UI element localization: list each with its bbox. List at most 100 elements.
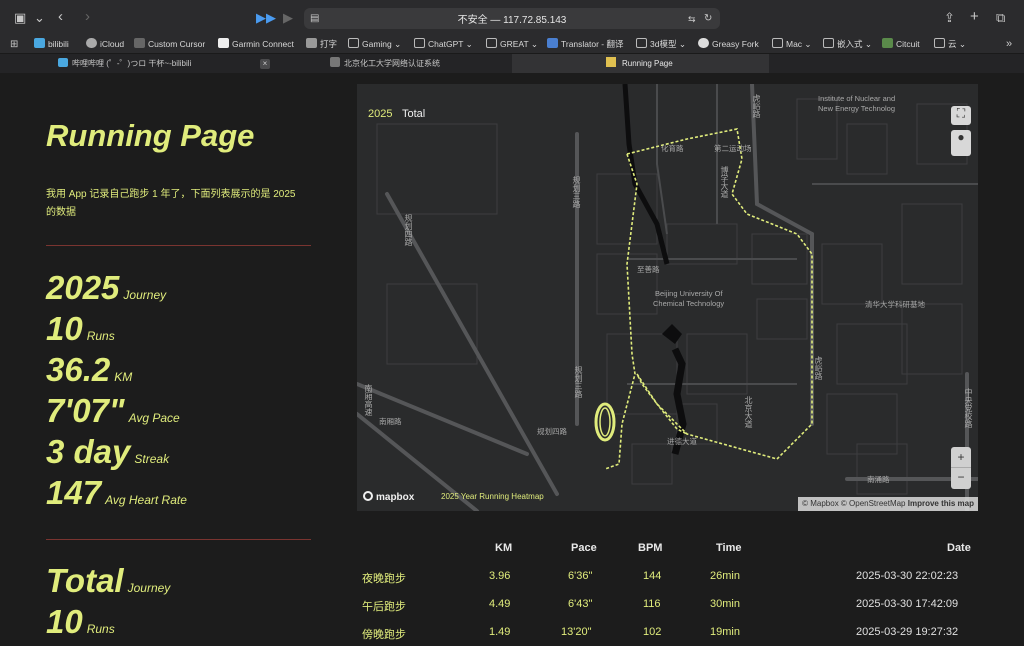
run-pace: 6'43" xyxy=(568,598,593,610)
header-pace[interactable]: Pace xyxy=(571,542,597,554)
map-label: 清华大学科研基地 xyxy=(865,300,925,309)
page-icon xyxy=(330,57,340,67)
bookmark-folder-cloud[interactable]: 云 ⌄ xyxy=(934,38,966,51)
share-icon[interactable]: ⇪ xyxy=(944,10,955,26)
map-attribution: © Mapbox © OpenStreetMap Improve this ma… xyxy=(798,497,978,511)
stat-total[interactable]: Total Journey xyxy=(46,562,170,600)
header-km[interactable]: KM xyxy=(495,542,512,554)
reload-icon[interactable]: ↻ xyxy=(704,11,712,27)
map-label: 南涌路 xyxy=(867,475,890,484)
folder-icon xyxy=(772,38,783,48)
stat-heart-rate: 147 Avg Heart Rate xyxy=(46,474,187,511)
translate-icon[interactable]: ⇆ xyxy=(688,11,696,27)
bookmark-garmin[interactable]: Garmin Connect xyxy=(218,38,294,51)
url-text: 不安全 — 117.72.85.143 xyxy=(457,15,567,26)
tab-buct-network[interactable]: 北京化工大学网络认证系统 xyxy=(274,54,512,74)
header-date[interactable]: Date xyxy=(947,542,971,554)
play-icon[interactable]: ▶ xyxy=(283,10,293,26)
garmin-icon xyxy=(218,38,229,48)
bookmark-typing[interactable]: 打字 xyxy=(306,38,337,51)
run-pace: 13'20" xyxy=(561,626,592,638)
map-label: 南厢高速 xyxy=(364,384,373,416)
bookmark-folder-great[interactable]: GREAT ⌄ xyxy=(486,38,538,51)
map-year-label[interactable]: 2025 xyxy=(368,108,392,120)
bookmark-greasy-fork[interactable]: Greasy Fork xyxy=(698,38,759,51)
sidebar-toggle-icon[interactable]: ▣ xyxy=(14,10,26,26)
map-label: Chemical Technology xyxy=(653,299,725,308)
mapbox-icon xyxy=(363,491,373,501)
cursor-icon xyxy=(134,38,145,48)
bookmark-bilibili[interactable]: bilibili xyxy=(34,38,69,51)
more-bookmarks-icon[interactable]: » xyxy=(1006,36,1012,52)
greasy-fork-icon xyxy=(698,38,709,48)
stat-total-runs: 10 Runs xyxy=(46,603,115,640)
map-filter-label[interactable]: Total xyxy=(402,108,425,120)
run-bpm: 116 xyxy=(643,598,661,610)
close-tab-icon[interactable]: × xyxy=(260,59,270,69)
bookmark-folder-mac[interactable]: Mac ⌄ xyxy=(772,38,812,51)
map-label: 南厢路 xyxy=(379,417,402,426)
back-icon[interactable]: ‹ xyxy=(58,9,63,25)
running-heatmap-map[interactable]: 2025 Total Institute of Nuclear and New … xyxy=(357,84,978,511)
bilibili-icon xyxy=(58,58,68,67)
forward-icon[interactable]: › xyxy=(85,9,90,25)
bookmark-folder-gaming[interactable]: Gaming ⌄ xyxy=(348,38,401,51)
media-play-icon[interactable]: ▶▶ xyxy=(256,10,276,26)
map-label: 第二运动场 xyxy=(714,144,752,153)
page-description: 我用 App 记录自己跑步 1 年了，下面列表展示的是 2025 的数据 xyxy=(46,189,296,218)
bookmark-folder-embedded[interactable]: 嵌入式 ⌄ xyxy=(823,38,872,51)
map-label: 博学大道 xyxy=(720,166,729,198)
bookmark-translator[interactable]: Translator - 翻译 xyxy=(547,38,624,51)
run-date: 2025-03-30 22:02:23 xyxy=(856,570,959,582)
map-label: 至善路 xyxy=(637,265,660,274)
tab-overview-icon[interactable]: ⧉ xyxy=(996,10,1005,26)
lightbulb-icon[interactable]: ● xyxy=(951,130,971,156)
map-label: 规划四路 xyxy=(404,214,413,246)
run-name: 午后跑步 xyxy=(362,601,406,613)
bookmark-icloud[interactable]: iCloud xyxy=(86,38,124,51)
grid-icon[interactable]: ⊞ xyxy=(10,37,18,53)
zoom-in-button[interactable]: + xyxy=(951,447,971,468)
header-time[interactable]: Time xyxy=(716,542,741,554)
improve-map-link[interactable]: Improve this map xyxy=(908,499,974,508)
stat-distance: 36.2 KM xyxy=(46,351,133,388)
folder-icon xyxy=(486,38,497,48)
page-title: Running Page xyxy=(46,118,255,153)
run-date: 2025-03-29 19:27:32 xyxy=(856,626,959,638)
folder-icon xyxy=(636,38,647,48)
run-time: 30min xyxy=(710,598,740,610)
run-pace: 6'36" xyxy=(568,570,593,582)
zoom-out-button[interactable]: − xyxy=(951,468,971,488)
run-km: 1.49 xyxy=(489,626,511,638)
run-km: 3.96 xyxy=(489,570,511,582)
chevron-down-icon[interactable]: ⌄ xyxy=(34,10,45,26)
running-page-icon xyxy=(606,57,616,67)
address-bar[interactable]: ▤ 不安全 — 117.72.85.143 ⇆ ↻ xyxy=(304,8,720,29)
map-label: 规划三路 xyxy=(574,366,583,398)
zoom-controls: + − xyxy=(951,447,971,489)
new-tab-icon[interactable]: + xyxy=(970,9,979,25)
bookmark-custom-cursor[interactable]: Custom Cursor xyxy=(134,38,205,51)
bilibili-icon xyxy=(34,38,45,48)
run-time: 19min xyxy=(710,626,740,638)
tab-bar: 哔哩哔哩 (゜-゜)つロ 干杯~-bilibili × 北京化工大学网络认证系统… xyxy=(0,53,1024,74)
map-label: 规划三路 xyxy=(572,176,581,208)
map-label: Institute of Nuclear and xyxy=(818,94,896,103)
run-bpm: 102 xyxy=(643,626,662,638)
header-bpm[interactable]: BPM xyxy=(638,542,662,554)
bookmark-citcuit[interactable]: Citcuit xyxy=(882,38,920,51)
run-time: 26min xyxy=(710,570,740,582)
fullscreen-icon[interactable]: ⛶ xyxy=(951,106,971,125)
typing-icon xyxy=(306,38,317,48)
tab-bilibili[interactable]: 哔哩哔哩 (゜-゜)つロ 干杯~-bilibili xyxy=(0,54,256,74)
table-row[interactable]: 午后跑步 4.49 6'43" 116 30min 2025-03-30 17:… xyxy=(357,598,978,618)
citcuit-icon xyxy=(882,38,893,48)
mapbox-logo[interactable]: mapbox xyxy=(363,491,414,503)
bookmark-folder-chatgpt[interactable]: ChatGPT ⌄ xyxy=(414,38,473,51)
table-row[interactable]: 夜晚跑步 3.96 6'36" 144 26min 2025-03-30 22:… xyxy=(357,570,978,590)
table-row[interactable]: 傍晚跑步 1.49 13'20" 102 19min 2025-03-29 19… xyxy=(357,626,978,646)
stat-year[interactable]: 2025 Journey xyxy=(46,269,166,307)
tab-running-page[interactable]: Running Page xyxy=(512,54,769,74)
run-bpm: 144 xyxy=(643,570,662,582)
bookmark-folder-3d[interactable]: 3d模型 ⌄ xyxy=(636,38,686,51)
